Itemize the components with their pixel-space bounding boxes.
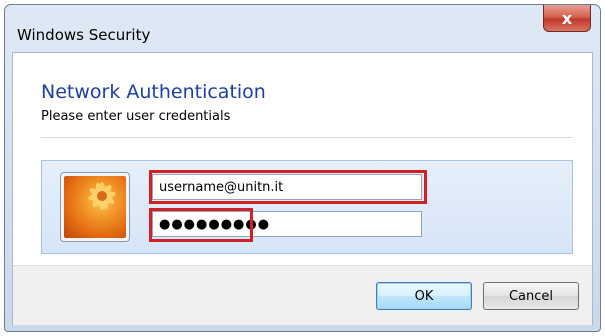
window-title: Windows Security <box>17 26 151 44</box>
windows-security-dialog: Windows Security x Network Authenticatio… <box>4 4 601 332</box>
close-button[interactable]: x <box>543 5 591 32</box>
cancel-button[interactable]: Cancel <box>483 282 579 310</box>
close-icon: x <box>561 8 573 28</box>
ok-button[interactable]: OK <box>376 282 472 310</box>
flower-icon <box>88 182 116 210</box>
avatar-image <box>64 176 126 238</box>
header-divider <box>41 137 573 138</box>
user-avatar-icon <box>60 172 130 242</box>
dialog-instructions: Please enter user credentials <box>41 109 231 124</box>
dialog-heading: Network Authentication <box>41 81 266 103</box>
dialog-button-bar: OK Cancel <box>13 265 592 325</box>
dialog-content: Network Authentication Please enter user… <box>12 52 593 325</box>
credential-tile[interactable] <box>41 160 573 254</box>
password-field[interactable] <box>152 211 422 237</box>
username-field[interactable] <box>152 174 422 200</box>
